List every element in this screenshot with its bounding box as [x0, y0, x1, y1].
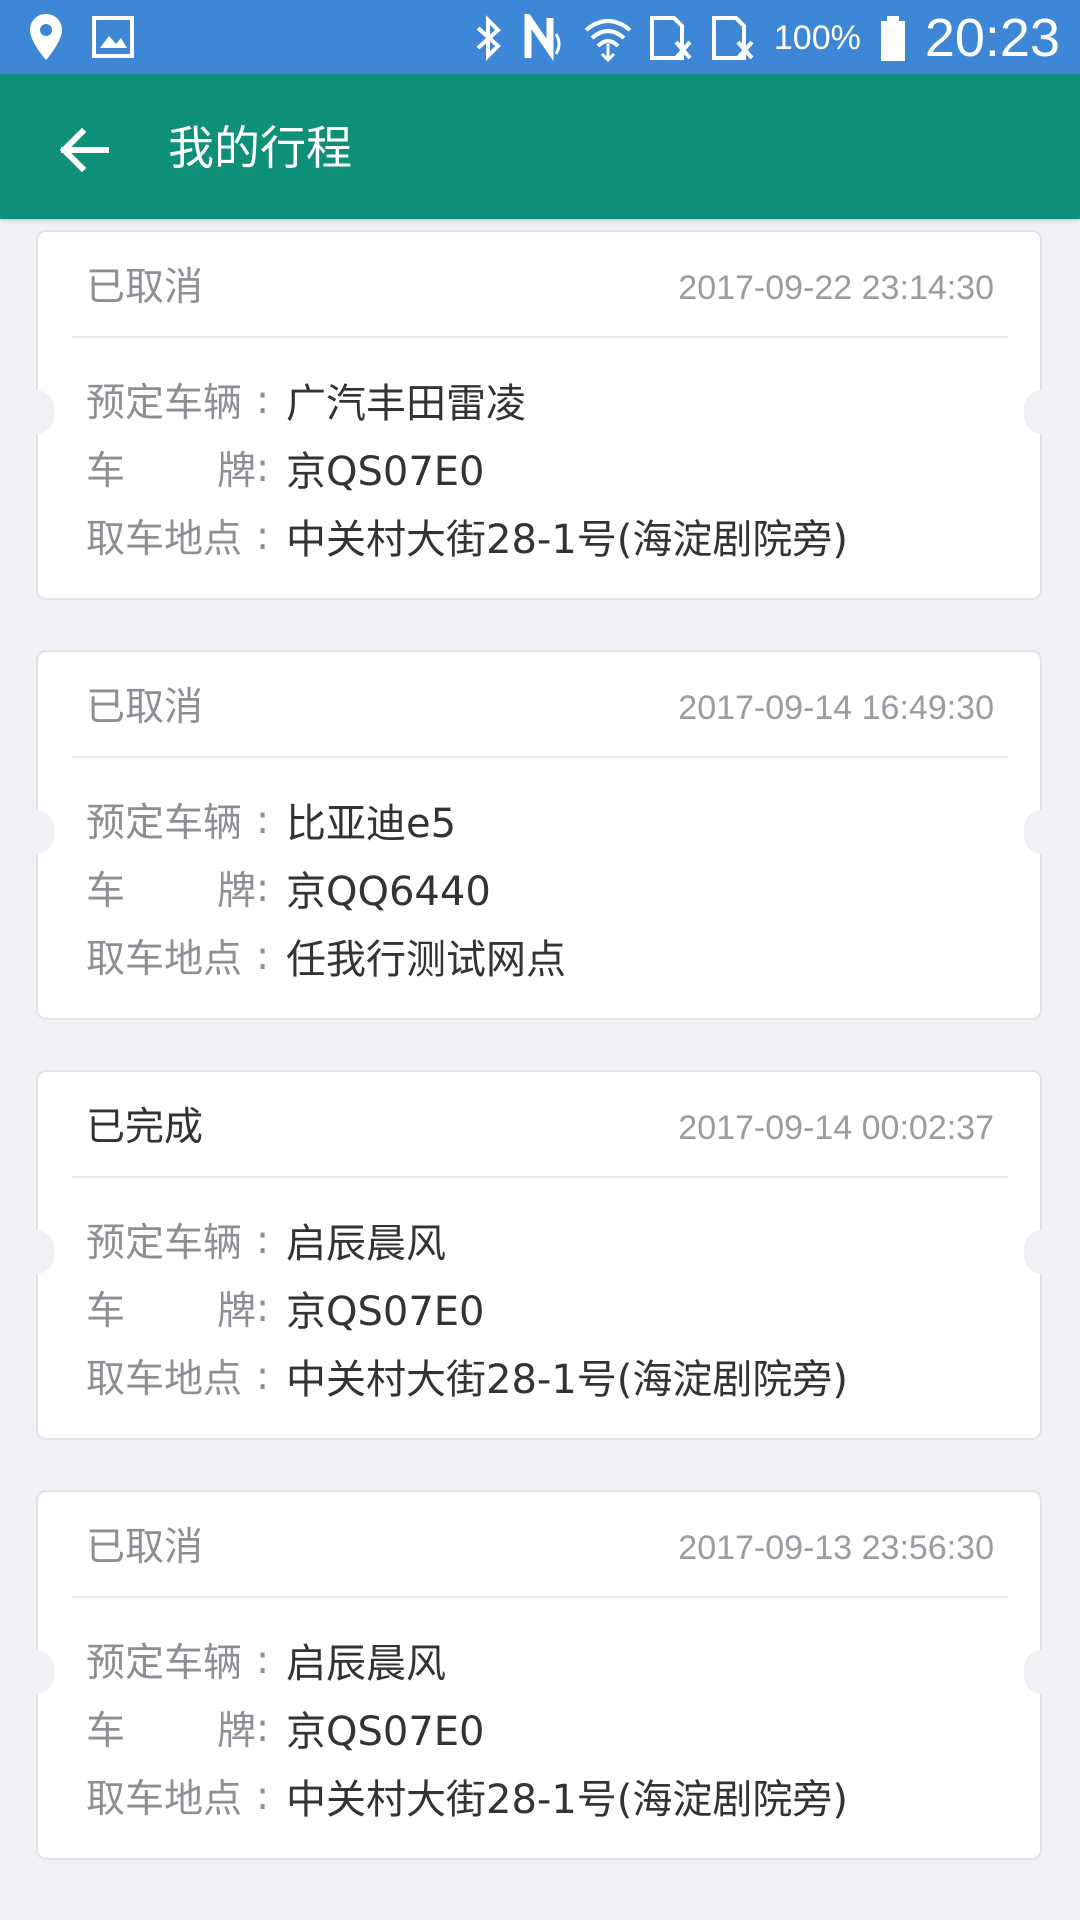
- plate-value: 京QS07E0: [286, 1289, 485, 1335]
- bluetooth-icon: [474, 14, 504, 62]
- trip-time: 2017-09-14 00:02:37: [678, 1109, 994, 1147]
- location-label: 取车地点: [86, 1357, 243, 1402]
- plate-label-part: 车: [86, 869, 126, 914]
- trip-time: 2017-09-13 23:56:30: [678, 1529, 994, 1567]
- image-icon: [92, 16, 134, 58]
- colon: :: [256, 1705, 270, 1751]
- trip-card[interactable]: 已取消 2017-09-14 16:49:30 预定车辆 : 比亚迪e5 车 牌…: [18, 650, 1060, 1020]
- colon: :: [256, 513, 270, 559]
- trip-card[interactable]: 已取消 2017-09-13 23:56:30 预定车辆 : 启辰晨风 车 牌 …: [18, 1490, 1060, 1860]
- location-icon: [28, 12, 64, 62]
- vehicle-row: 预定车辆 : 广汽丰田雷凌: [86, 366, 1010, 434]
- trip-details: 预定车辆 : 启辰晨风 车 牌 : 京QS07E0 取车地点 : 中关村大街28…: [86, 1626, 1010, 1830]
- vehicle-value: 启辰晨风: [286, 1221, 446, 1267]
- divider: [72, 336, 1008, 338]
- trip-status: 已取消: [86, 265, 204, 310]
- vehicle-value: 启辰晨风: [286, 1641, 446, 1687]
- colon: :: [256, 1353, 270, 1399]
- colon: :: [256, 377, 270, 423]
- colon: :: [256, 445, 270, 491]
- trip-details: 预定车辆 : 启辰晨风 车 牌 : 京QS07E0 取车地点 : 中关村大街28…: [86, 1206, 1010, 1410]
- plate-row: 车 牌 : 京QS07E0: [86, 1274, 1010, 1342]
- location-label: 取车地点: [86, 937, 243, 982]
- colon: :: [256, 1217, 270, 1263]
- arrow-left-icon: [59, 128, 109, 172]
- plate-value: 京QS07E0: [286, 449, 485, 495]
- vehicle-value: 广汽丰田雷凌: [286, 381, 526, 427]
- status-time: 20:23: [924, 8, 1060, 68]
- location-value: 中关村大街28-1号(海淀剧院旁): [286, 517, 848, 563]
- trip-card-header: 已取消 2017-09-13 23:56:30: [86, 1520, 994, 1576]
- colon: :: [256, 865, 270, 911]
- battery-icon: [879, 14, 907, 62]
- colon: :: [256, 933, 270, 979]
- battery-percentage: 100%: [773, 18, 861, 57]
- trip-status: 已取消: [86, 1525, 204, 1570]
- plate-label: 车 牌: [86, 1700, 256, 1756]
- trip-details: 预定车辆 : 广汽丰田雷凌 车 牌 : 京QS07E0 取车地点 : 中关村大街…: [86, 366, 1010, 570]
- trip-status: 已完成: [86, 1105, 204, 1150]
- divider: [72, 1176, 1008, 1178]
- location-row: 取车地点 : 中关村大街28-1号(海淀剧院旁): [86, 1762, 1010, 1830]
- vehicle-row: 预定车辆 : 启辰晨风: [86, 1626, 1010, 1694]
- trip-status: 已取消: [86, 685, 204, 730]
- vehicle-label: 预定车辆: [86, 381, 243, 426]
- trip-card-header: 已取消 2017-09-14 16:49:30: [86, 680, 994, 736]
- plate-row: 车 牌 : 京QS07E0: [86, 434, 1010, 502]
- location-row: 取车地点 : 任我行测试网点: [86, 922, 1010, 990]
- colon: :: [256, 1285, 270, 1331]
- vehicle-label: 预定车辆: [86, 1221, 243, 1266]
- location-value: 任我行测试网点: [286, 937, 566, 983]
- vehicle-value: 比亚迪e5: [286, 801, 457, 847]
- trip-card[interactable]: 已完成 2017-09-14 00:02:37 预定车辆 : 启辰晨风 车 牌 …: [18, 1070, 1060, 1440]
- colon: :: [256, 797, 270, 843]
- plate-value: 京QS07E0: [286, 1709, 485, 1755]
- trip-card-header: 已取消 2017-09-22 23:14:30: [86, 260, 994, 316]
- trip-details: 预定车辆 : 比亚迪e5 车 牌 : 京QQ6440 取车地点 : 任我行测试网…: [86, 786, 1010, 990]
- plate-label-part: 牌: [216, 869, 256, 914]
- vehicle-label: 预定车辆: [86, 1641, 243, 1686]
- plate-label: 车 牌: [86, 440, 256, 496]
- colon: :: [256, 1773, 270, 1819]
- trip-card-header: 已完成 2017-09-14 00:02:37: [86, 1100, 994, 1156]
- status-bar: 100% 20:23: [0, 0, 1080, 74]
- location-label: 取车地点: [86, 1777, 243, 1822]
- plate-label-part: 牌: [216, 1289, 256, 1334]
- trip-time: 2017-09-14 16:49:30: [678, 689, 994, 727]
- plate-row: 车 牌 : 京QS07E0: [86, 1694, 1010, 1762]
- colon: :: [256, 1637, 270, 1683]
- trip-list[interactable]: 已取消 2017-09-22 23:14:30 预定车辆 : 广汽丰田雷凌 车 …: [18, 230, 1060, 1910]
- vehicle-row: 预定车辆 : 启辰晨风: [86, 1206, 1010, 1274]
- plate-label-part: 牌: [216, 449, 256, 494]
- location-row: 取车地点 : 中关村大街28-1号(海淀剧院旁): [86, 502, 1010, 570]
- plate-value: 京QQ6440: [286, 869, 491, 915]
- plate-label-part: 车: [86, 1709, 126, 1754]
- trip-card[interactable]: 已取消 2017-09-22 23:14:30 预定车辆 : 广汽丰田雷凌 车 …: [18, 230, 1060, 600]
- back-button[interactable]: [48, 114, 120, 186]
- plate-label-part: 牌: [216, 1709, 256, 1754]
- location-value: 中关村大街28-1号(海淀剧院旁): [286, 1357, 848, 1403]
- vehicle-row: 预定车辆 : 比亚迪e5: [86, 786, 1010, 854]
- plate-label: 车 牌: [86, 860, 256, 916]
- sim1-no-signal-icon: [649, 14, 694, 62]
- trip-time: 2017-09-22 23:14:30: [678, 269, 994, 307]
- vehicle-label: 预定车辆: [86, 801, 243, 846]
- wifi-icon: [584, 14, 632, 62]
- page-title: 我的行程: [168, 121, 352, 175]
- plate-label-part: 车: [86, 449, 126, 494]
- nfc-icon: [522, 14, 566, 62]
- divider: [72, 1596, 1008, 1598]
- plate-label-part: 车: [86, 1289, 126, 1334]
- plate-label: 车 牌: [86, 1280, 256, 1336]
- sim2-no-signal-icon: [711, 14, 756, 62]
- location-value: 中关村大街28-1号(海淀剧院旁): [286, 1777, 848, 1823]
- location-label: 取车地点: [86, 517, 243, 562]
- app-bar: 我的行程: [0, 74, 1080, 219]
- location-row: 取车地点 : 中关村大街28-1号(海淀剧院旁): [86, 1342, 1010, 1410]
- divider: [72, 756, 1008, 758]
- plate-row: 车 牌 : 京QQ6440: [86, 854, 1010, 922]
